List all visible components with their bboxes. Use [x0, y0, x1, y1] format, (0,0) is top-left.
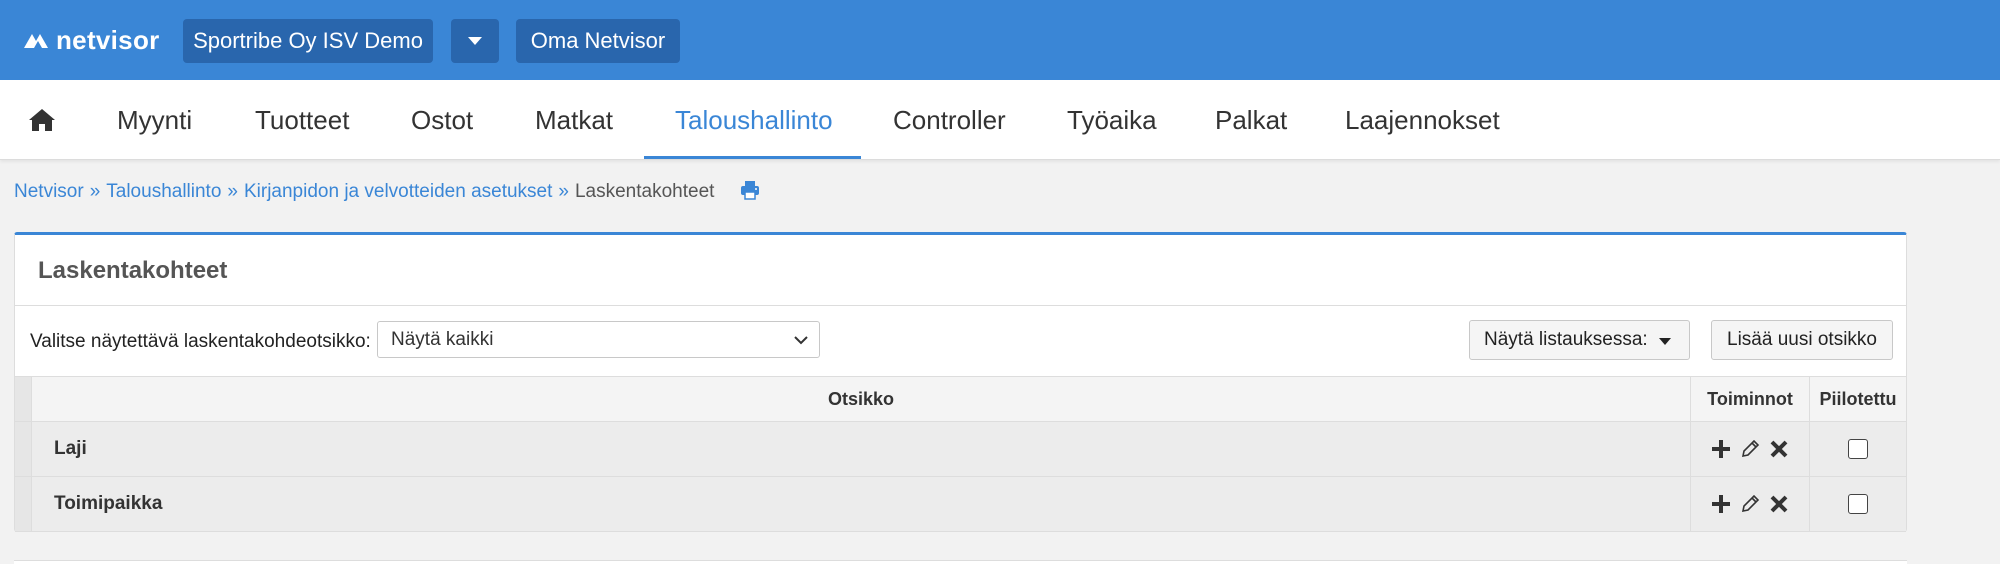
caret-down-icon	[468, 37, 482, 45]
nav-item-matkat[interactable]: Matkat	[535, 80, 613, 160]
logo-text: netvisor	[56, 25, 160, 55]
netvisor-logo[interactable]: netvisor	[22, 25, 160, 56]
chevron-down-icon	[794, 336, 808, 345]
heading-filter-value: Näytä kaikki	[391, 328, 494, 350]
breadcrumb-separator: »	[89, 181, 101, 202]
breadcrumb: Netvisor » Taloushallinto » Kirjanpidon …	[14, 178, 714, 206]
filter-label: Valitse näytettävä laskentakohdeotsikko:	[30, 331, 371, 352]
column-header-otsikko[interactable]: Otsikko	[32, 377, 1691, 421]
row-hidden-cell	[1810, 422, 1906, 476]
column-header-piilotettu: Piilotettu	[1819, 388, 1897, 409]
laskentakohteet-table: Otsikko Toiminnot Piilotettu Laji Toimip…	[15, 376, 1906, 532]
nav-item-tuotteet[interactable]: Tuotteet	[255, 80, 349, 160]
panel-title: Laskentakohteet	[38, 257, 228, 284]
company-dropdown-button[interactable]	[451, 19, 499, 63]
print-button[interactable]	[740, 180, 760, 205]
nav-item-palkat[interactable]: Palkat	[1215, 80, 1287, 160]
home-icon	[29, 109, 55, 131]
add-heading-button[interactable]: Lisää uusi otsikko	[1711, 320, 1893, 360]
nav-item-taloushallinto[interactable]: Taloushallinto	[675, 80, 833, 160]
next-panel-edge	[14, 560, 1907, 564]
pencil-icon[interactable]	[1740, 494, 1760, 514]
nav-item-ostot[interactable]: Ostot	[411, 80, 473, 160]
top-bar: netvisor Sportribe Oy ISV Demo Oma Netvi…	[0, 0, 2000, 80]
hidden-checkbox[interactable]	[1848, 439, 1868, 459]
grip-column-header	[15, 377, 32, 421]
active-tab-indicator	[644, 156, 861, 159]
plus-icon[interactable]	[1711, 494, 1731, 514]
breadcrumb-link-asetukset[interactable]: Kirjanpidon ja velvotteiden asetukset	[244, 181, 552, 203]
show-in-listing-button[interactable]: Näytä listauksessa:	[1469, 320, 1690, 360]
main-nav: Myynti Tuotteet Ostot Matkat Taloushalli…	[0, 80, 2000, 160]
hidden-checkbox[interactable]	[1848, 494, 1868, 514]
breadcrumb-link-netvisor[interactable]: Netvisor	[14, 181, 84, 203]
row-hidden-cell	[1810, 477, 1906, 531]
row-drag-handle[interactable]	[15, 422, 32, 476]
nav-home[interactable]	[28, 80, 56, 160]
company-button[interactable]: Sportribe Oy ISV Demo	[183, 19, 433, 63]
close-icon[interactable]	[1769, 494, 1789, 514]
row-title: Toimipaikka	[32, 477, 1691, 531]
nav-item-tyoaika[interactable]: Työaika	[1067, 80, 1157, 160]
netvisor-logo-icon	[24, 33, 48, 48]
table-row: Laji	[15, 422, 1906, 477]
table-header-row: Otsikko Toiminnot Piilotettu	[15, 377, 1906, 422]
oma-netvisor-button[interactable]: Oma Netvisor	[516, 19, 680, 63]
column-header-toiminnot: Toiminnot	[1691, 377, 1810, 421]
plus-icon[interactable]	[1711, 439, 1731, 459]
table-row: Toimipaikka	[15, 477, 1906, 532]
pencil-icon[interactable]	[1740, 439, 1760, 459]
nav-item-controller[interactable]: Controller	[893, 80, 1006, 160]
breadcrumb-current: Laskentakohteet	[574, 181, 715, 202]
caret-down-icon	[1659, 338, 1671, 345]
close-icon[interactable]	[1769, 439, 1789, 459]
row-title: Laji	[32, 422, 1691, 476]
laskentakohteet-panel: Laskentakohteet Valitse näytettävä laske…	[14, 232, 1907, 532]
breadcrumb-link-taloushallinto[interactable]: Taloushallinto	[106, 181, 221, 203]
row-drag-handle[interactable]	[15, 477, 32, 531]
row-actions	[1691, 422, 1810, 476]
row-actions	[1691, 477, 1810, 531]
nav-item-laajennokset[interactable]: Laajennokset	[1345, 80, 1500, 160]
show-in-listing-label: Näytä listauksessa:	[1484, 329, 1648, 350]
nav-item-myynti[interactable]: Myynti	[117, 80, 192, 160]
panel-divider	[15, 305, 1906, 306]
breadcrumb-separator: »	[558, 181, 569, 202]
print-icon	[741, 181, 759, 200]
breadcrumb-separator: »	[227, 181, 238, 202]
heading-filter-select[interactable]: Näytä kaikki	[377, 321, 820, 358]
